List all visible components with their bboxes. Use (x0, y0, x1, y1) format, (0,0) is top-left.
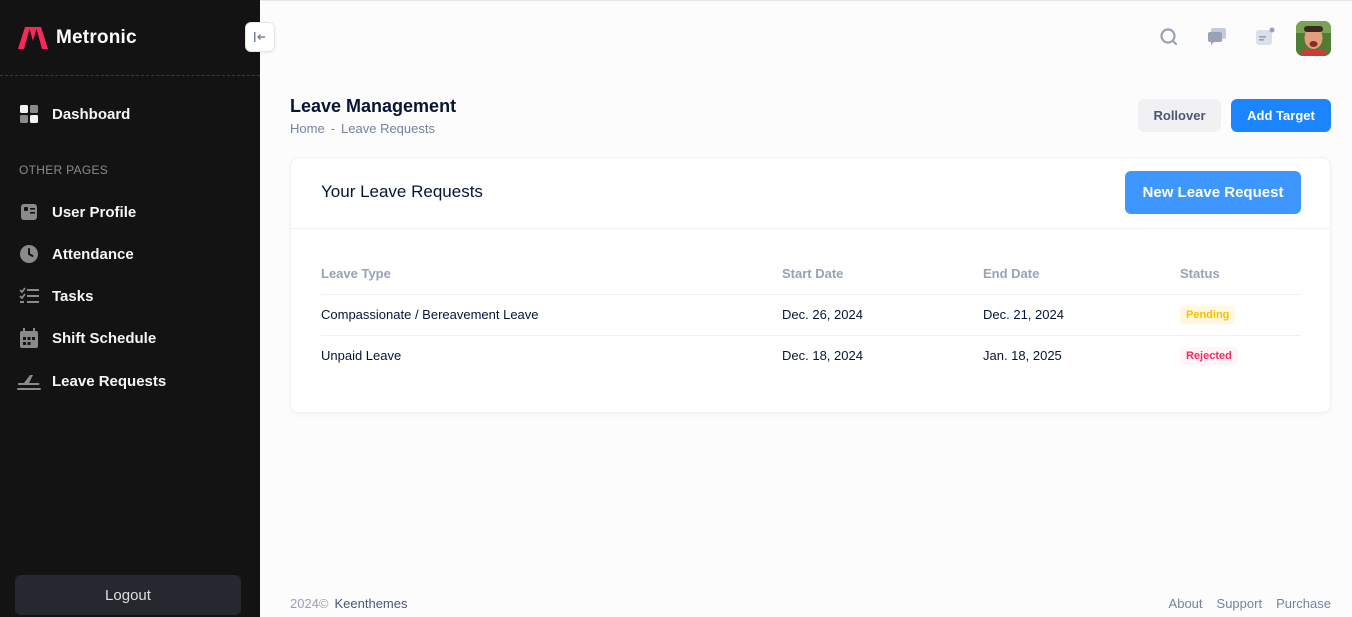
breadcrumb-current: Leave Requests (341, 121, 435, 136)
status-cell: Pending (1180, 294, 1301, 336)
notifications-icon[interactable] (1254, 26, 1276, 48)
calendar-icon (18, 327, 40, 349)
profile-icon (18, 201, 40, 223)
column-header-end-date[interactable]: End Date (983, 254, 1180, 295)
table-row[interactable]: Compassionate / Bereavement Leave Dec. 2… (321, 294, 1301, 336)
dashboard-icon (18, 103, 40, 125)
sidebar-item-label: Leave Requests (52, 372, 167, 390)
messages-icon[interactable] (1206, 26, 1228, 48)
column-header-leave-type[interactable]: Leave Type (321, 254, 782, 295)
brand[interactable]: Metronic (0, 0, 260, 76)
brand-name: Metronic (56, 26, 137, 48)
sidebar-collapse-button[interactable] (245, 22, 275, 52)
card-title: Your Leave Requests (321, 182, 483, 201)
arrow-left-icon (254, 32, 265, 42)
sidebar-item-label: Tasks (52, 287, 94, 305)
sidebar-item-label: User Profile (52, 203, 137, 221)
user-avatar[interactable] (1296, 21, 1331, 56)
status-badge-rejected: Rejected (1180, 346, 1238, 365)
section-label: OTHER PAGES (19, 163, 109, 177)
clock-icon (18, 243, 40, 265)
footer-year: 2024© (290, 596, 329, 611)
footer-links: About Support Purchase (1169, 596, 1331, 611)
sidebar-item-leave-requests[interactable]: Leave Requests (16, 370, 166, 392)
footer-copyright: 2024© Keenthemes (290, 596, 408, 611)
footer-link-purchase[interactable]: Purchase (1276, 596, 1331, 611)
sidebar: Metronic Dashboard OTHER PAGES User Prof… (0, 0, 260, 617)
add-target-button[interactable]: Add Target (1231, 99, 1331, 132)
topbar-border (260, 0, 1352, 1)
breadcrumb-separator: - (330, 121, 336, 136)
leave-requests-card: Your Leave Requests New Leave Request Le… (290, 157, 1331, 413)
table-row[interactable]: Unpaid Leave Dec. 18, 2024 Jan. 18, 2025… (321, 335, 1301, 376)
column-header-status[interactable]: Status (1180, 254, 1301, 295)
breadcrumb: Home - Leave Requests (290, 121, 435, 136)
leave-type-cell: Compassionate / Bereavement Leave (321, 294, 782, 336)
leave-type-cell: Unpaid Leave (321, 348, 402, 364)
footer-link-support[interactable]: Support (1217, 596, 1263, 611)
column-header-start-date[interactable]: Start Date (782, 254, 983, 295)
footer-link-about[interactable]: About (1169, 596, 1203, 611)
search-icon[interactable] (1158, 26, 1180, 48)
card-header: Your Leave Requests New Leave Request (291, 158, 1330, 229)
breadcrumb-home[interactable]: Home (290, 121, 325, 136)
sidebar-item-shift-schedule[interactable]: Shift Schedule (18, 327, 156, 349)
rollover-button[interactable]: Rollover (1138, 99, 1221, 132)
start-date-cell: Dec. 18, 2024 (782, 348, 863, 364)
new-leave-request-button[interactable]: New Leave Request (1125, 171, 1301, 214)
end-date-cell: Dec. 21, 2024 (983, 294, 1180, 336)
status-cell: Rejected (1180, 335, 1301, 376)
footer-owner-link[interactable]: Keenthemes (335, 596, 408, 611)
sidebar-item-label: Dashboard (52, 105, 131, 123)
page-title: Leave Management (290, 96, 457, 116)
sidebar-item-tasks[interactable]: Tasks (18, 285, 93, 307)
end-date-cell: Jan. 18, 2025 (983, 348, 1062, 364)
sidebar-item-attendance[interactable]: Attendance (18, 243, 134, 265)
table-header-row: Leave Type Start Date End Date Status (321, 254, 1301, 295)
tasks-icon (18, 285, 40, 307)
sidebar-item-label: Attendance (52, 245, 134, 263)
sidebar-item-dashboard[interactable]: Dashboard (18, 103, 130, 125)
sidebar-item-label: Shift Schedule (52, 329, 157, 347)
start-date-cell: Dec. 26, 2024 (782, 294, 983, 336)
leave-requests-table: Leave Type Start Date End Date Status Co… (321, 254, 1301, 376)
logout-button[interactable]: Logout (15, 575, 241, 615)
sidebar-item-user-profile[interactable]: User Profile (18, 201, 136, 223)
metronic-logo-icon (18, 26, 48, 49)
airplane-icon (16, 370, 42, 392)
status-badge-pending: Pending (1180, 305, 1236, 324)
